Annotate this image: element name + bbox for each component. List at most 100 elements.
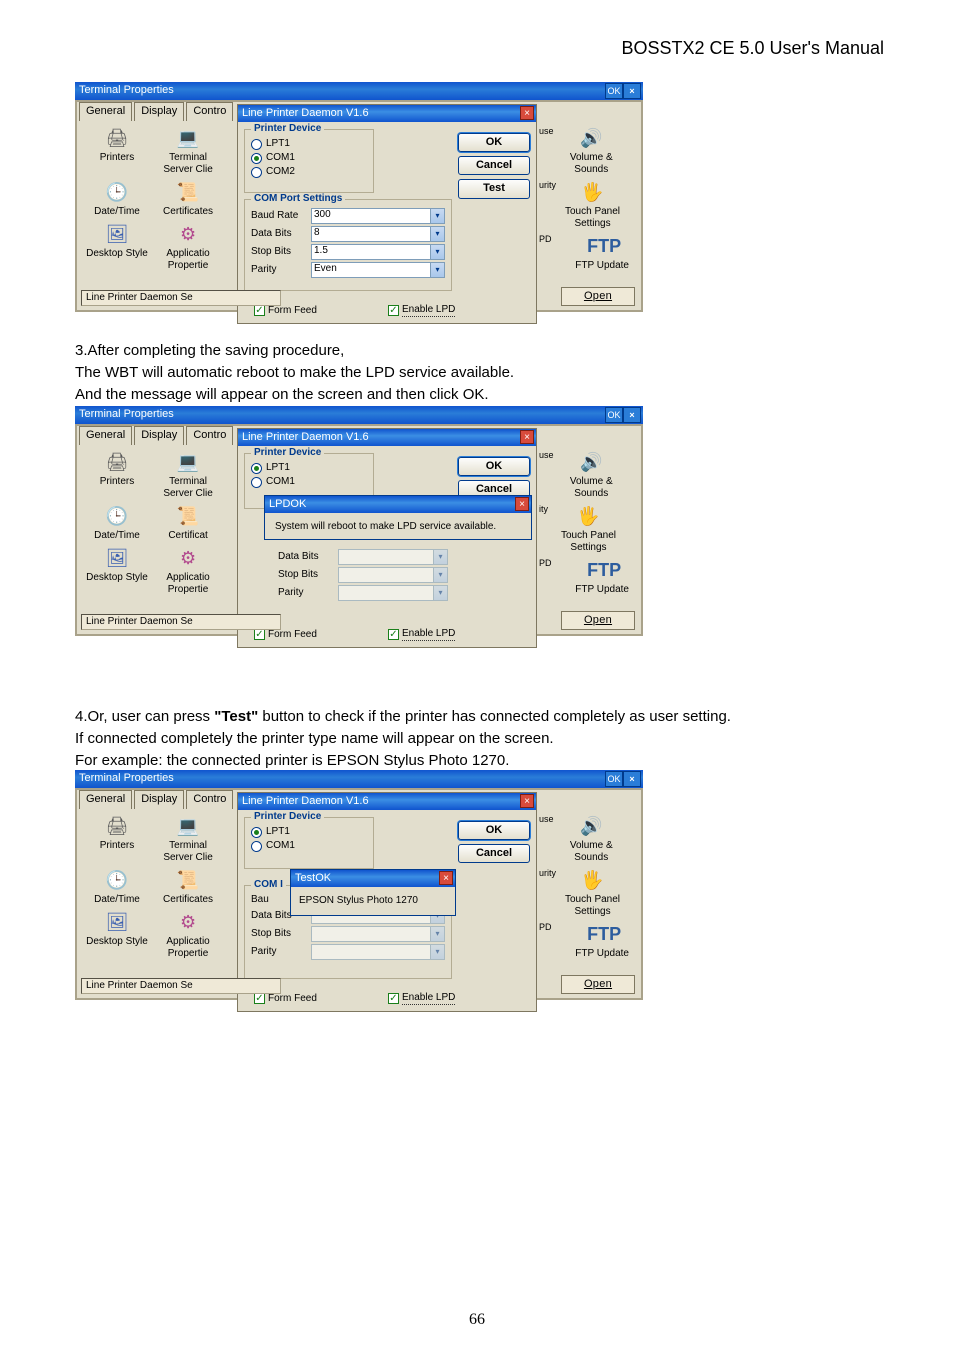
titlebar-ok-button[interactable]: OK — [605, 83, 623, 99]
ok-button[interactable]: OK — [458, 133, 530, 152]
enable-lpd-checkbox[interactable]: ✓Enable LPD — [388, 628, 455, 641]
lpd-dialog: Line Printer Daemon V1.6 × Printer Devic… — [237, 428, 537, 648]
open-button[interactable]: Open — [561, 287, 635, 306]
icon-label-datetime[interactable]: Date/Time — [94, 530, 140, 541]
icon-label-volume[interactable]: Volume & Sounds — [570, 476, 613, 499]
msgbox-ok-button[interactable]: OK — [290, 498, 312, 511]
tab-display[interactable]: Display — [134, 102, 184, 121]
lpd-dialog-close-button[interactable]: × — [520, 430, 534, 444]
test-result-title: Test — [295, 872, 315, 885]
icon-label-ftp[interactable]: FTP Update — [575, 948, 629, 959]
icon-label-printers[interactable]: Printers — [100, 152, 134, 163]
icon-label-desktop[interactable]: Desktop Style — [86, 572, 148, 583]
icon-label-desktop[interactable]: Desktop Style — [86, 936, 148, 947]
form-feed-checkbox[interactable]: ✓Form Feed — [254, 629, 317, 641]
icon-label-certs[interactable]: Certificates — [163, 206, 213, 217]
icon-label-app[interactable]: Applicatio Propertie — [166, 248, 209, 271]
data-bits-select[interactable]: 8▾ — [311, 226, 445, 242]
icon-label-terminal[interactable]: Terminal Server Clie — [163, 476, 212, 499]
radio-lpt1[interactable] — [251, 463, 262, 474]
icon-label-datetime[interactable]: Date/Time — [94, 206, 140, 217]
tab-general[interactable]: General — [79, 790, 132, 809]
radio-com1[interactable] — [251, 477, 262, 488]
icon-label-datetime[interactable]: Date/Time — [94, 894, 140, 905]
titlebar-close-button[interactable]: × — [623, 83, 641, 99]
open-button[interactable]: Open — [561, 975, 635, 994]
enable-lpd-checkbox[interactable]: ✓Enable LPD — [388, 304, 455, 317]
lpd-dialog-close-button[interactable]: × — [520, 794, 534, 808]
ok-button[interactable]: OK — [458, 457, 530, 476]
icon-label-printers[interactable]: Printers — [100, 840, 134, 851]
icon-label-desktop[interactable]: Desktop Style — [86, 248, 148, 259]
icon-label-app[interactable]: Applicatio Propertie — [166, 572, 209, 595]
radio-lpt1[interactable] — [251, 139, 262, 150]
lpd-message-titlebar: LPD OK × — [265, 496, 531, 513]
chevron-down-icon: ▾ — [430, 209, 444, 223]
terminal-title-text: Terminal Properties — [79, 772, 174, 785]
lpd-message-title: LPD — [269, 498, 290, 511]
tab-display[interactable]: Display — [134, 790, 184, 809]
cancel-button[interactable]: Cancel — [458, 156, 530, 175]
icon-label-printers[interactable]: Printers — [100, 476, 134, 487]
chevron-down-icon: ▾ — [433, 586, 447, 600]
tab-control[interactable]: Contro — [186, 790, 233, 809]
com-port-group: COM Port Settings Baud Rate300▾ Data Bit… — [244, 199, 452, 291]
titlebar-ok-button[interactable]: OK — [605, 771, 623, 787]
icon-label-ftp[interactable]: FTP Update — [575, 584, 629, 595]
icon-label-certs[interactable]: Certificat — [168, 530, 207, 541]
icon-label-touch[interactable]: Touch Panel Settings — [561, 530, 616, 553]
radio-com1[interactable] — [251, 153, 262, 164]
baud-rate-select[interactable]: 300▾ — [311, 208, 445, 224]
form-feed-checkbox[interactable]: ✓Form Feed — [254, 305, 317, 317]
titlebar-ok-button[interactable]: OK — [605, 407, 623, 423]
clock-icon: 🕒 — [102, 180, 132, 204]
stop-bits-select: ▾ — [311, 926, 445, 942]
msgbox-close-button[interactable]: × — [515, 497, 529, 511]
speaker-icon: 🔊 — [576, 450, 606, 474]
lpd-dialog-close-button[interactable]: × — [520, 106, 534, 120]
test-button[interactable]: Test — [458, 179, 530, 198]
stop-bits-select[interactable]: 1.5▾ — [311, 244, 445, 260]
icon-label-touch[interactable]: Touch Panel Settings — [565, 894, 620, 917]
ftp-icon: FTP — [587, 234, 617, 258]
ftp-logo-text: FTP — [587, 236, 621, 256]
certificate-icon: 📜 — [173, 504, 203, 528]
icon-label-volume[interactable]: Volume & Sounds — [570, 840, 613, 863]
com-port-legend: COM I — [251, 879, 286, 891]
parity-select[interactable]: Even▾ — [311, 262, 445, 278]
para2-line2: If connected completely the printer type… — [75, 728, 884, 750]
screenshot-2: Terminal Properties OK × General Display… — [75, 406, 643, 632]
chevron-down-icon: ▾ — [433, 550, 447, 564]
lpd-dialog: Line Printer Daemon V1.6 × Printer Devic… — [237, 792, 537, 1012]
ok-button[interactable]: OK — [458, 821, 530, 840]
data-bits-label: Data Bits — [278, 551, 338, 563]
tab-general[interactable]: General — [79, 102, 132, 121]
form-feed-checkbox[interactable]: ✓Form Feed — [254, 993, 317, 1005]
cancel-button[interactable]: Cancel — [458, 844, 530, 863]
radio-lpt1[interactable] — [251, 827, 262, 838]
radio-com2-label: COM2 — [266, 166, 295, 178]
tab-control[interactable]: Contro — [186, 426, 233, 445]
screenshot-1: Terminal Properties OK × General Display… — [75, 82, 643, 312]
radio-com1[interactable] — [251, 841, 262, 852]
test-close-button[interactable]: × — [439, 871, 453, 885]
tab-display[interactable]: Display — [134, 426, 184, 445]
icon-label-app[interactable]: Applicatio Propertie — [166, 936, 209, 959]
statusbar: Line Printer Daemon Se — [81, 614, 281, 630]
icon-label-certs[interactable]: Certificates — [163, 894, 213, 905]
icon-label-touch[interactable]: Touch Panel Settings — [565, 206, 620, 229]
test-ok-button[interactable]: OK — [315, 872, 337, 885]
certificate-icon: 📜 — [173, 180, 203, 204]
data-bits-select: ▾ — [338, 549, 448, 565]
titlebar-close-button[interactable]: × — [623, 407, 641, 423]
tab-control[interactable]: Contro — [186, 102, 233, 121]
icon-label-ftp[interactable]: FTP Update — [575, 260, 629, 271]
icon-label-volume[interactable]: Volume & Sounds — [570, 152, 613, 175]
icon-label-terminal[interactable]: Terminal Server Clie — [163, 152, 212, 175]
tab-general[interactable]: General — [79, 426, 132, 445]
icon-label-terminal[interactable]: Terminal Server Clie — [163, 840, 212, 863]
titlebar-close-button[interactable]: × — [623, 771, 641, 787]
radio-com2[interactable] — [251, 167, 262, 178]
open-button[interactable]: Open — [561, 611, 635, 630]
enable-lpd-checkbox[interactable]: ✓Enable LPD — [388, 992, 455, 1005]
